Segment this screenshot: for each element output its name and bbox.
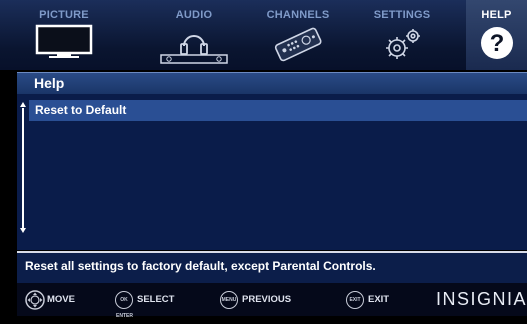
tab-help[interactable]: HELP ? [466,0,527,70]
tv-icon [35,24,93,58]
tab-channels-label: CHANNELS [266,9,330,21]
gears-icon [386,29,420,59]
exit-button-icon: EXIT [346,291,364,309]
description-text: Reset all settings to factory default, e… [25,259,376,273]
remote-icon [274,27,322,62]
svg-text:?: ? [489,30,504,57]
description-bar: Reset all settings to factory default, e… [17,251,527,283]
scroll-down-arrow-icon[interactable] [20,228,26,233]
ok-enter-icon: OK ENTER [115,291,133,319]
tab-settings-label: SETTINGS [373,9,431,21]
tab-audio[interactable]: AUDIO [142,0,246,70]
hint-select-label: SELECT [137,294,175,305]
hint-exit-label: EXIT [368,294,390,305]
control-hints-bar: MOVE OK ENTER SELECT MENU PREVIOUS EXIT … [17,283,527,319]
scrollbar[interactable] [22,108,24,228]
hint-previous-label: PREVIOUS [242,294,292,305]
list-item-label: Reset to Default [35,103,127,117]
tab-picture-label: PICTURE [39,9,89,21]
scroll-up-arrow-icon[interactable] [20,102,26,107]
tab-help-label: HELP [481,9,512,21]
brand-logo: INSIGNIA [435,289,527,309]
tab-picture[interactable]: PICTURE [17,0,111,70]
page-title: Help [34,75,65,91]
headphones-icon [160,35,228,64]
dpad-icon [25,290,45,310]
tab-settings[interactable]: SETTINGS [350,0,454,70]
list-item-reset-to-default[interactable]: Reset to Default [29,100,527,121]
top-menu: PICTURE AUDIO CHANNELS SETTINGS HELP ? [0,0,527,70]
hint-move-label: MOVE [47,294,75,305]
tab-channels[interactable]: CHANNELS [246,0,350,70]
question-icon: ? [480,27,513,59]
panel-header: Help [17,72,527,94]
tab-audio-label: AUDIO [175,9,213,21]
help-options-list: Reset to Default [17,94,527,250]
menu-button-icon: MENU [220,291,238,309]
